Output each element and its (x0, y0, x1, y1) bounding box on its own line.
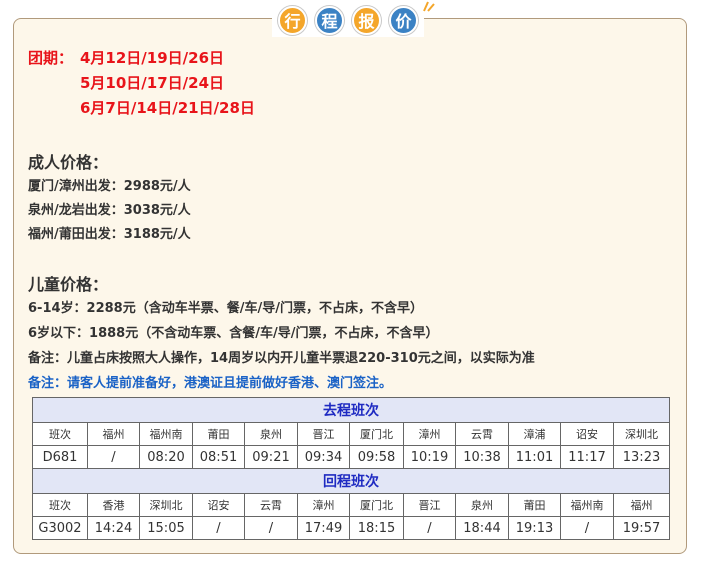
title-char-2: 程 (315, 5, 344, 35)
dates-line-2: 5月10日/17日/24日 (80, 74, 225, 92)
column-header: 诏安 (560, 422, 614, 446)
table-cell: 18:44 (455, 516, 509, 540)
outbound-title: 去程班次 (32, 397, 670, 423)
table-cell: 08:51 (192, 445, 245, 469)
return-train-row: G3002 14:24 15:05 / / 17:49 18:15 / 18:4… (32, 516, 670, 540)
dates-line-3: 6月7日/14日/21日/28日 (80, 99, 255, 117)
column-header: 莆田 (508, 493, 561, 517)
train-schedule-table: 去程班次 班次 福州 福州南 莆田 泉州 晋江 厦门北 漳州 云霄 漳浦 诏安 … (32, 397, 670, 540)
table-cell: 10:19 (403, 445, 456, 469)
title-char-3: 报 (352, 5, 381, 35)
table-cell: 15:05 (139, 516, 193, 540)
dates-label: 团期： (28, 49, 74, 67)
column-header: 云霄 (244, 493, 298, 517)
table-cell: 09:58 (349, 445, 404, 469)
column-header: 福州 (87, 422, 140, 446)
table-cell: 19:13 (508, 516, 561, 540)
column-header: 泉州 (455, 493, 509, 517)
column-header: 班次 (32, 422, 88, 446)
column-header: 莆田 (192, 422, 245, 446)
adult-price-line: 福州/莆田出发：3188元/人 (28, 227, 191, 242)
title-char-1: 行 (278, 5, 307, 35)
column-header: 漳州 (403, 422, 456, 446)
table-cell: 09:21 (244, 445, 298, 469)
adult-price-heading: 成人价格： (28, 153, 109, 172)
column-header: 晋江 (403, 493, 456, 517)
child-price-line: 6岁以下：1888元（不含动车票、含餐/车/导/门票，不占床，不含早） (28, 326, 439, 341)
column-header: 晋江 (297, 422, 350, 446)
table-cell: 18:15 (349, 516, 404, 540)
return-header-row: 班次 香港 深圳北 诏安 云霄 漳州 厦门北 晋江 泉州 莆田 福州南 福州 (32, 493, 670, 517)
table-cell: 13:23 (613, 445, 670, 469)
table-cell: / (87, 445, 140, 469)
adult-price-line: 厦门/漳州出发：2988元/人 (28, 179, 191, 194)
column-header: 云霄 (455, 422, 509, 446)
column-header: 福州南 (560, 493, 614, 517)
table-cell: G3002 (32, 516, 88, 540)
child-price-line: 6-14岁：2288元（含动车半票、餐/车/导/门票，不占床，不含早） (28, 301, 423, 316)
column-header: 诏安 (192, 493, 245, 517)
child-note-line: 备注：儿童占床按照大人操作，14周岁以内开儿童半票退220-310元之间，以实际… (28, 351, 535, 366)
table-cell: 08:20 (139, 445, 193, 469)
column-header: 厦门北 (349, 422, 404, 446)
column-header: 福州 (613, 493, 670, 517)
title-char-4: 价 (389, 5, 418, 35)
table-cell: 11:17 (560, 445, 614, 469)
column-header: 漳州 (297, 493, 350, 517)
column-header: 漳浦 (508, 422, 561, 446)
column-header: 泉州 (244, 422, 298, 446)
return-title: 回程班次 (32, 468, 670, 494)
child-price-heading: 儿童价格： (28, 275, 109, 294)
column-header: 厦门北 (349, 493, 404, 517)
outbound-header-row: 班次 福州 福州南 莆田 泉州 晋江 厦门北 漳州 云霄 漳浦 诏安 深圳北 (32, 422, 670, 446)
section-title: 行 程 报 价 (272, 3, 424, 37)
table-cell: 17:49 (297, 516, 350, 540)
table-cell: 14:24 (87, 516, 140, 540)
column-header: 深圳北 (139, 493, 193, 517)
column-header: 深圳北 (613, 422, 670, 446)
column-header: 香港 (87, 493, 140, 517)
column-header: 福州南 (139, 422, 193, 446)
outbound-train-row: D681 / 08:20 08:51 09:21 09:34 09:58 10:… (32, 445, 670, 469)
table-cell: / (244, 516, 298, 540)
adult-price-line: 泉州/龙岩出发：3038元/人 (28, 203, 191, 218)
table-cell: D681 (32, 445, 88, 469)
table-cell: 11:01 (508, 445, 561, 469)
table-cell: / (403, 516, 456, 540)
dates-line-1: 4月12日/19日/26日 (80, 49, 225, 67)
table-cell: / (560, 516, 614, 540)
sparkle-icon (423, 1, 435, 12)
table-cell: 09:34 (297, 445, 350, 469)
visa-note: 备注：请客人提前准备好，港澳证且提前做好香港、澳门签注。 (28, 376, 393, 391)
column-header: 班次 (32, 493, 88, 517)
table-cell: 19:57 (613, 516, 670, 540)
table-cell: / (192, 516, 245, 540)
table-cell: 10:38 (455, 445, 509, 469)
